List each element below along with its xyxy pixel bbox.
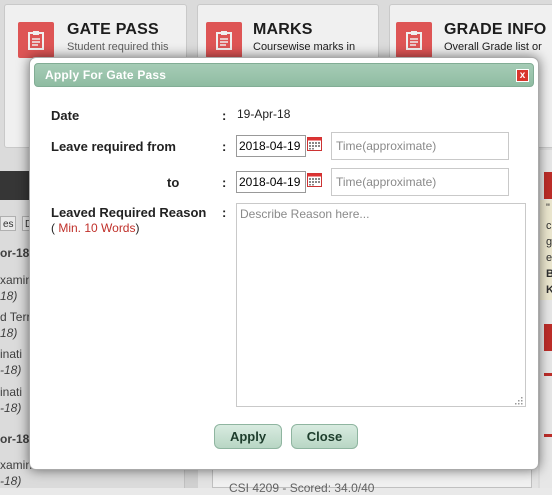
- leave-from-label: Leave required from: [51, 139, 176, 154]
- resize-grip-icon[interactable]: [515, 397, 523, 405]
- leave-from-date-input[interactable]: [236, 135, 306, 157]
- dialog-title: Apply For Gate Pass: [45, 68, 167, 82]
- hint-min-words: Min. 10 Words: [58, 221, 136, 235]
- close-button[interactable]: Close: [291, 424, 358, 449]
- to-date-input[interactable]: [236, 171, 306, 193]
- reason-label: Leaved Required Reason: [51, 205, 207, 220]
- colon: :: [222, 205, 227, 220]
- to-time-input[interactable]: [331, 168, 509, 196]
- calendar-icon[interactable]: [307, 172, 322, 187]
- colon: :: [222, 175, 227, 190]
- dialog-titlebar[interactable]: Apply For Gate Pass x: [34, 63, 534, 87]
- colon: :: [222, 139, 227, 154]
- date-value: 19-Apr-18: [237, 107, 291, 121]
- hint-paren-close: ): [135, 221, 140, 235]
- gate-pass-dialog: Apply For Gate Pass x Date : 19-Apr-18 L…: [29, 57, 539, 470]
- reason-textarea[interactable]: [236, 203, 526, 407]
- hint-paren-open: (: [51, 221, 55, 235]
- close-icon[interactable]: x: [516, 69, 529, 82]
- to-label: to: [167, 175, 180, 190]
- colon: :: [222, 108, 227, 123]
- apply-button[interactable]: Apply: [214, 424, 282, 449]
- leave-from-time-input[interactable]: [331, 132, 509, 160]
- date-label: Date: [51, 108, 80, 123]
- reason-hint: ( Min. 10 Words): [51, 221, 139, 235]
- calendar-icon[interactable]: [307, 136, 322, 151]
